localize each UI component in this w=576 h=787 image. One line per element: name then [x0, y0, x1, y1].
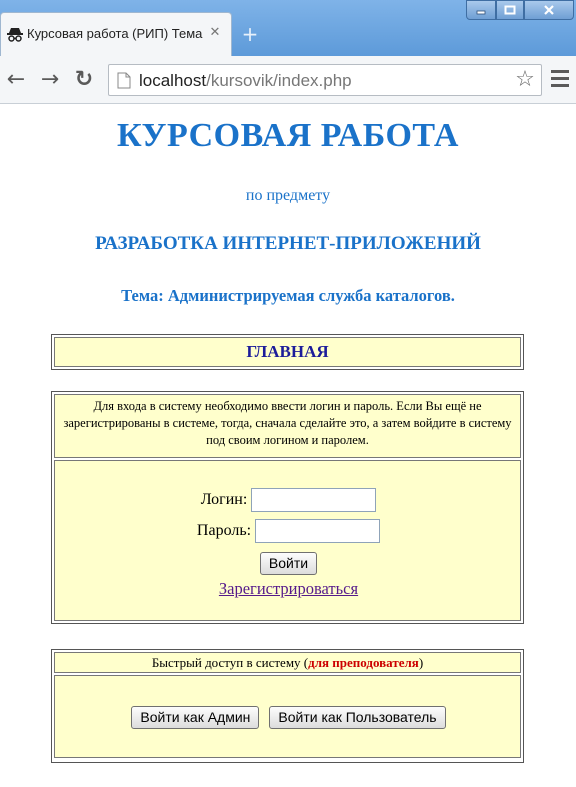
new-tab-icon[interactable]: +: [240, 24, 260, 44]
topic-title: Тема: Администрируемая служба каталогов.: [121, 286, 455, 305]
browser-titlebar: Курсовая работа (РИП) Тема ✕ +: [0, 0, 576, 56]
quick-access-header: Быстрый доступ в систему (для преподоват…: [54, 652, 521, 673]
nav-table: ГЛАВНАЯ: [51, 334, 524, 370]
quick-access-highlight: для преподователя: [308, 655, 419, 670]
login-submit-button[interactable]: Войти: [259, 552, 318, 575]
login-input[interactable]: [251, 488, 377, 512]
login-row: Логин:: [55, 488, 522, 512]
maximize-button[interactable]: [496, 0, 524, 20]
subject-title: РАЗРАБОТКА ИНТЕРНЕТ-ПРИЛОЖЕНИЙ: [95, 233, 481, 254]
close-tab-icon[interactable]: ✕: [207, 25, 223, 41]
password-label: Пароль:: [196, 521, 252, 539]
menu-icon[interactable]: [551, 70, 569, 88]
quick-access-suffix: ): [418, 655, 424, 670]
url-path: /kursovik/index.php: [206, 71, 352, 90]
forward-arrow-icon[interactable]: →: [38, 68, 62, 92]
page-content: КУРСОВАЯ РАБОТА по предмету РАЗРАБОТКА И…: [0, 105, 576, 787]
quick-access-table: Быстрый доступ в систему (для преподоват…: [51, 649, 524, 763]
restore-icon: [504, 5, 516, 15]
close-icon: [544, 5, 554, 15]
page-subtitle: по предмету: [245, 187, 331, 204]
login-form: Логин: Пароль: Войти Зарегистрироваться: [54, 460, 521, 621]
url-host: localhost: [139, 71, 207, 90]
address-bar[interactable]: localhost/kursovik/index.php ☆: [108, 64, 542, 96]
back-arrow-icon[interactable]: ←: [4, 68, 28, 92]
quick-access-prefix: Быстрый доступ в систему (: [151, 655, 309, 670]
incognito-icon: [7, 28, 23, 42]
password-row: Пароль:: [55, 519, 522, 543]
bookmark-star-icon[interactable]: ☆: [512, 67, 538, 93]
tab-title: Курсовая работа (РИП) Тема: [27, 26, 203, 41]
nav-home-link[interactable]: ГЛАВНАЯ: [54, 337, 521, 367]
register-row: Зарегистрироваться: [55, 579, 522, 599]
close-window-button[interactable]: [524, 0, 574, 20]
login-info-text: Для входа в систему необходимо ввести ло…: [54, 394, 521, 458]
browser-tab[interactable]: Курсовая работа (РИП) Тема ✕: [0, 12, 232, 56]
register-link[interactable]: Зарегистрироваться: [219, 579, 358, 598]
password-input[interactable]: [255, 519, 381, 543]
window-controls: [466, 0, 576, 20]
page-icon: [117, 72, 131, 89]
reload-icon[interactable]: ↻: [72, 68, 96, 92]
login-table: Для входа в систему необходимо ввести ло…: [51, 391, 524, 624]
submit-row: Войти: [55, 552, 522, 575]
quick-buttons-row: Войти как Админ Войти как Пользователь: [55, 706, 522, 729]
login-as-user-button[interactable]: Войти как Пользователь: [269, 706, 446, 729]
browser-toolbar: ← → ↻ localhost/kursovik/index.php ☆: [0, 56, 576, 104]
url-text: localhost/kursovik/index.php: [139, 71, 352, 91]
login-label: Логин:: [200, 490, 248, 508]
page-title: КУРСОВАЯ РАБОТА: [117, 117, 459, 154]
minimize-icon: [476, 10, 486, 15]
minimize-button[interactable]: [466, 0, 496, 20]
login-as-admin-button[interactable]: Войти как Админ: [131, 706, 260, 729]
quick-access-body: Войти как Админ Войти как Пользователь: [54, 675, 521, 758]
